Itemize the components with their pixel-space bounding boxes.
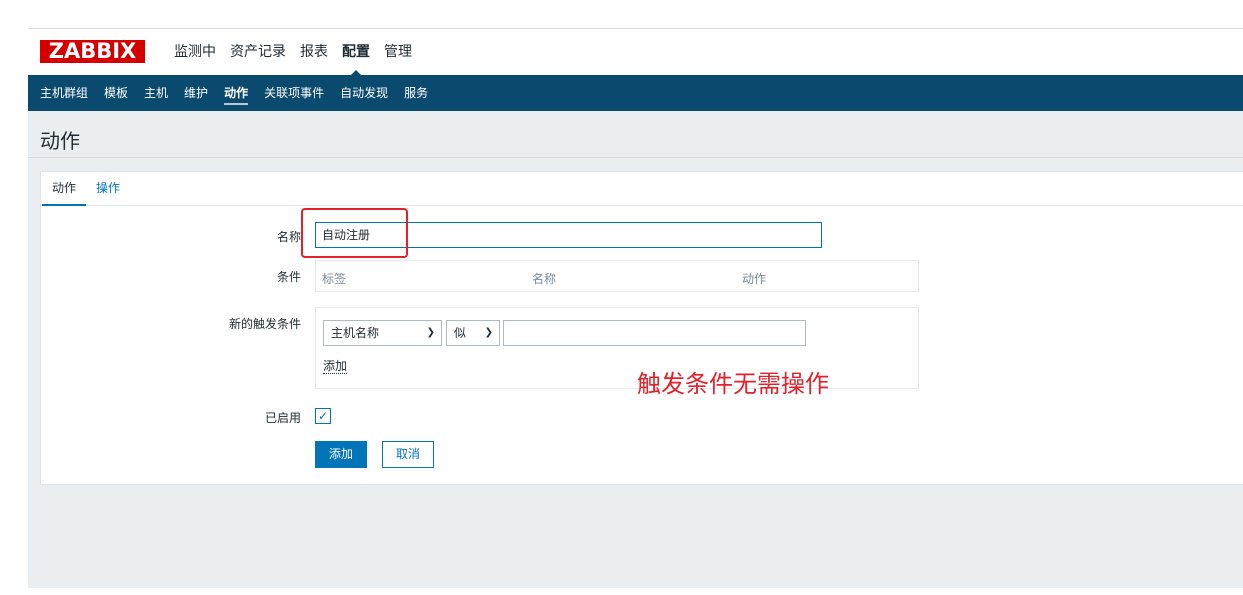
- zabbix-logo[interactable]: ZABBIX: [40, 40, 145, 63]
- enabled-label: 已启用: [264, 411, 301, 425]
- sub-nav-discovery[interactable]: 自动发现: [332, 75, 396, 111]
- condition-operator-value: 似: [454, 326, 467, 340]
- annotation-highlight-box: [301, 208, 408, 258]
- condition-type-value: 主机名称: [331, 326, 380, 340]
- sub-nav-actions[interactable]: 动作: [216, 75, 256, 111]
- tab-operations[interactable]: 操作: [86, 172, 130, 206]
- conditions-label: 条件: [276, 270, 301, 284]
- conditions-col-label: 标签: [322, 272, 347, 286]
- sub-nav-event-correlation[interactable]: 关联项事件: [256, 75, 332, 111]
- annotation-text: 触发条件无需操作: [637, 370, 829, 398]
- page-title: 动作: [40, 129, 80, 153]
- chevron-down-icon: ❯: [426, 327, 435, 338]
- sub-nav-services[interactable]: 服务: [396, 75, 436, 111]
- sub-nav-host-groups[interactable]: 主机群组: [32, 75, 96, 111]
- app-frame: ZABBIX 监测中 资产记录 报表 配置 管理 主机群组 模板 主机 维护 动…: [28, 28, 1243, 588]
- condition-type-select[interactable]: 主机名称 ❯: [323, 320, 442, 346]
- top-header: ZABBIX 监测中 资产记录 报表 配置 管理: [28, 29, 1243, 76]
- enabled-checkbox[interactable]: ✓: [315, 408, 331, 424]
- add-condition-link[interactable]: 添加: [323, 359, 348, 374]
- check-icon: ✓: [317, 409, 329, 423]
- add-button[interactable]: 添加: [315, 441, 367, 468]
- main-nav-monitoring[interactable]: 监测中: [168, 29, 222, 75]
- main-nav: 监测中 资产记录 报表 配置 管理: [168, 29, 420, 76]
- condition-operator-select[interactable]: 似 ❯: [446, 320, 500, 346]
- action-form-panel: 动作 操作 名称 自动注册 条件 标签 名称 动作 新的触发条件 主机名称 ❯ …: [40, 171, 1243, 485]
- main-nav-reports[interactable]: 报表: [294, 29, 334, 75]
- title-divider: [28, 157, 1243, 158]
- sub-nav-templates[interactable]: 模板: [96, 75, 136, 111]
- main-nav-administration[interactable]: 管理: [378, 29, 418, 75]
- form-tabs: 动作 操作: [41, 172, 1243, 206]
- main-nav-inventory[interactable]: 资产记录: [224, 29, 292, 75]
- sub-nav-maintenance[interactable]: 维护: [176, 75, 216, 111]
- main-nav-configuration[interactable]: 配置: [336, 29, 376, 76]
- conditions-col-action: 动作: [742, 272, 767, 286]
- sub-nav-hosts[interactable]: 主机: [136, 75, 176, 111]
- name-label: 名称: [276, 230, 301, 244]
- conditions-col-name: 名称: [532, 272, 557, 286]
- cancel-button[interactable]: 取消: [382, 441, 434, 468]
- condition-value-input[interactable]: [503, 320, 806, 346]
- new-condition-label: 新的触发条件: [228, 317, 301, 331]
- chevron-down-icon: ❯: [484, 327, 493, 338]
- sub-nav: 主机群组 模板 主机 维护 动作 关联项事件 自动发现 服务: [28, 75, 1243, 111]
- tab-action[interactable]: 动作: [42, 172, 87, 206]
- conditions-table: 标签 名称 动作: [315, 260, 919, 292]
